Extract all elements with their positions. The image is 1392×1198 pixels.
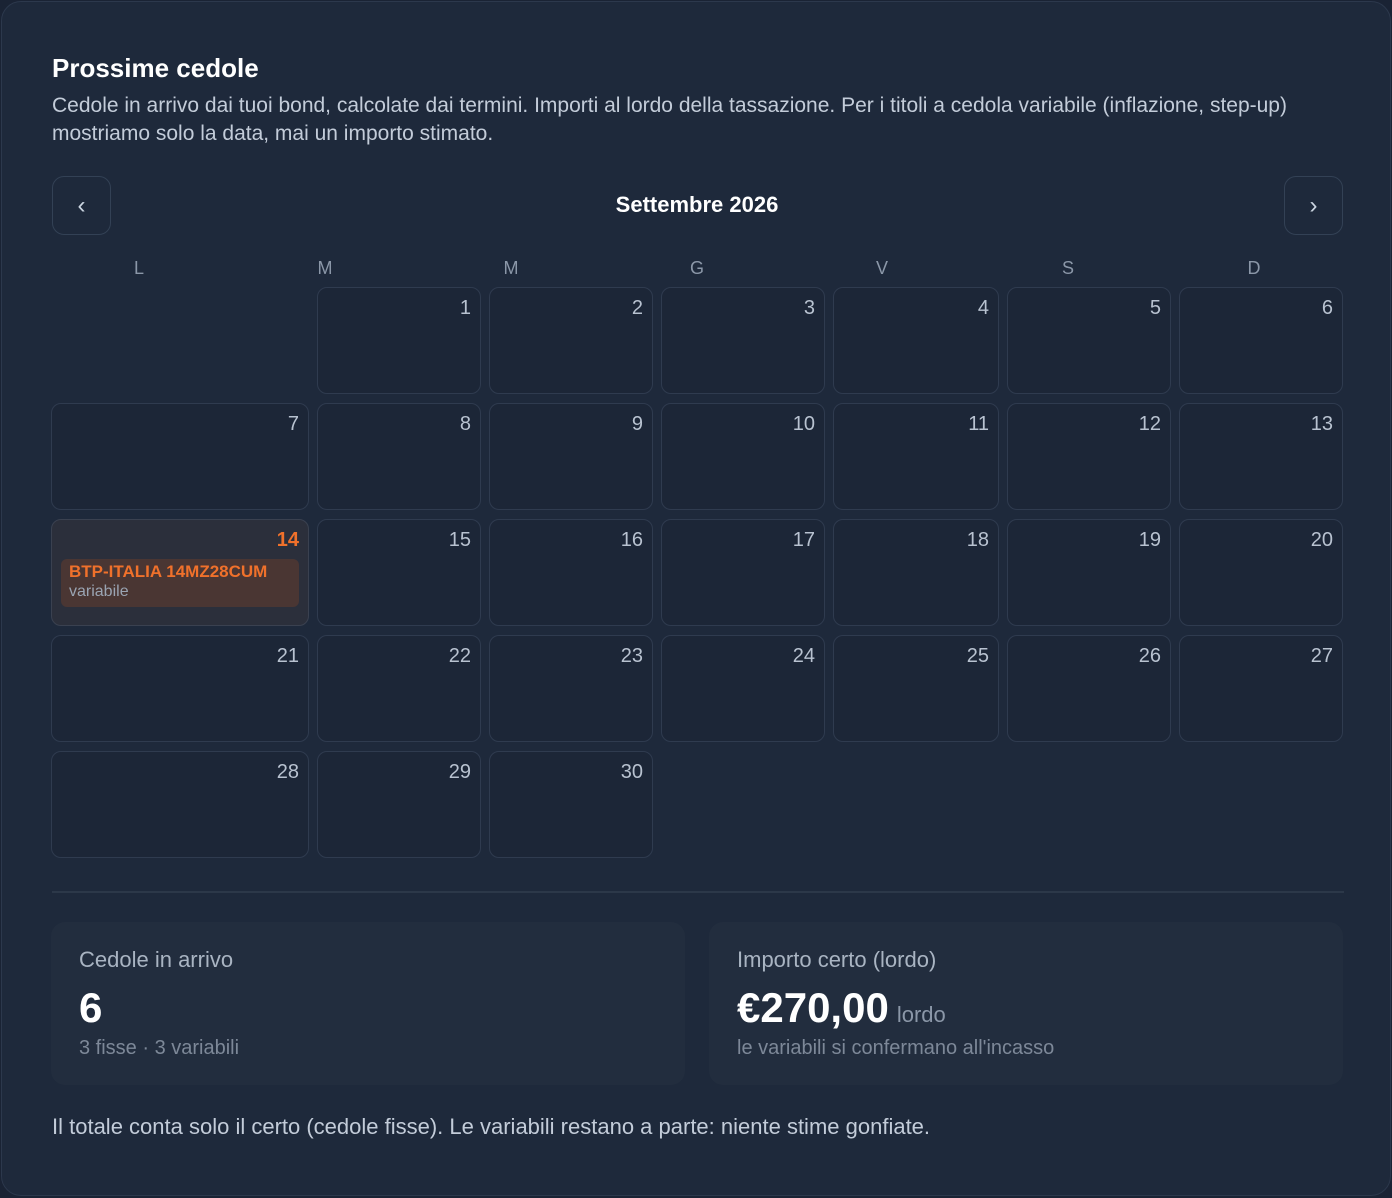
calendar-day-27[interactable]: 27 xyxy=(1179,635,1343,742)
calendar-day-29[interactable]: 29 xyxy=(317,751,481,858)
calendar-day-2[interactable]: 2 xyxy=(489,287,653,394)
calendar-day-30[interactable]: 30 xyxy=(489,751,653,858)
calendar-day-10[interactable]: 10 xyxy=(661,403,825,510)
day-number: 16 xyxy=(620,529,643,551)
weekday-label: D xyxy=(1247,258,1261,278)
certain-amount-label: Importo certo (lordo) xyxy=(737,947,937,972)
day-number: 14 xyxy=(276,529,299,551)
next-month-button[interactable]: › xyxy=(1284,176,1343,235)
day-number: 18 xyxy=(966,529,989,551)
day-number: 8 xyxy=(459,413,471,435)
day-number: 30 xyxy=(620,761,643,783)
day-number: 1 xyxy=(459,297,471,319)
day-number: 10 xyxy=(792,413,815,435)
day-number: 26 xyxy=(1138,645,1161,667)
calendar-day-5[interactable]: 5 xyxy=(1007,287,1171,394)
day-number: 15 xyxy=(448,529,471,551)
calendar-day-23[interactable]: 23 xyxy=(489,635,653,742)
day-number: 3 xyxy=(803,297,815,319)
day-number: 6 xyxy=(1321,297,1333,319)
day-number: 5 xyxy=(1149,297,1161,319)
day-number: 27 xyxy=(1310,645,1333,667)
day-number: 19 xyxy=(1138,529,1161,551)
page-description: Cedole in arrivo dai tuoi bond, calcolat… xyxy=(52,94,1287,145)
weekday-label: M xyxy=(503,258,519,278)
weekday-label: S xyxy=(1061,258,1074,278)
coupon-event[interactable]: BTP-ITALIA 14MZ28CUM variabile xyxy=(61,559,299,607)
calendar-day-3[interactable]: 3 xyxy=(661,287,825,394)
calendar-day-16[interactable]: 16 xyxy=(489,519,653,626)
day-number: 23 xyxy=(620,645,643,667)
coupon-event-name: BTP-ITALIA 14MZ28CUM xyxy=(69,562,268,581)
day-number: 29 xyxy=(448,761,471,783)
calendar-day-25[interactable]: 25 xyxy=(833,635,999,742)
weekday-label: V xyxy=(875,258,888,278)
calendar-day-19[interactable]: 19 xyxy=(1007,519,1171,626)
day-number: 25 xyxy=(966,645,989,667)
divider xyxy=(52,891,1344,893)
weekday-label: M xyxy=(317,258,333,278)
day-number: 13 xyxy=(1310,413,1333,435)
page-title: Prossime cedole xyxy=(52,53,259,83)
calendar-day-14[interactable]: 14 BTP-ITALIA 14MZ28CUM variabile xyxy=(51,519,309,626)
calendar-day-7[interactable]: 7 xyxy=(51,403,309,510)
day-number: 22 xyxy=(448,645,471,667)
certain-amount-unit: lordo xyxy=(896,1002,946,1027)
certain-amount-value: €270,00 xyxy=(737,984,889,1031)
calendar-day-8[interactable]: 8 xyxy=(317,403,481,510)
incoming-coupons-breakdown: 3 fisse · 3 variabili xyxy=(79,1037,240,1059)
calendar-day-12[interactable]: 12 xyxy=(1007,403,1171,510)
day-number: 9 xyxy=(631,413,643,435)
calendar-day-18[interactable]: 18 xyxy=(833,519,999,626)
day-number: 28 xyxy=(276,761,299,783)
day-number: 17 xyxy=(792,529,815,551)
day-number: 11 xyxy=(968,413,989,435)
month-label: Settembre 2026 xyxy=(615,192,779,217)
certain-amount-card: Importo certo (lordo) €270,00 lordo le va… xyxy=(709,922,1343,1085)
incoming-coupons-value: 6 xyxy=(79,984,103,1031)
day-number: 12 xyxy=(1138,413,1161,435)
calendar-day-6[interactable]: 6 xyxy=(1179,287,1343,394)
calendar-day-21[interactable]: 21 xyxy=(51,635,309,742)
coupon-event-type: variabile xyxy=(69,583,129,600)
footer-note: Il totale conta solo il certo (cedole fi… xyxy=(52,1114,931,1139)
calendar-day-20[interactable]: 20 xyxy=(1179,519,1343,626)
day-number: 4 xyxy=(977,297,989,319)
calendar-day-15[interactable]: 15 xyxy=(317,519,481,626)
calendar-day-28[interactable]: 28 xyxy=(51,751,309,858)
certain-amount-value-row: €270,00 lordo xyxy=(737,984,946,1032)
calendar-day-17[interactable]: 17 xyxy=(661,519,825,626)
certain-amount-note: le variabili si confermano all'incasso xyxy=(737,1037,1055,1059)
chevron-right-icon: › xyxy=(1309,191,1318,219)
weekday-label: L xyxy=(133,258,144,278)
calendar-day-1[interactable]: 1 xyxy=(317,287,481,394)
coupon-calendar-panel: Prossime cedole Cedole in arrivo dai tuo… xyxy=(1,1,1391,1196)
incoming-coupons-label: Cedole in arrivo xyxy=(79,947,234,972)
weekday-label: G xyxy=(689,258,704,278)
calendar-day-26[interactable]: 26 xyxy=(1007,635,1171,742)
day-number: 20 xyxy=(1310,529,1333,551)
day-number: 2 xyxy=(631,297,643,319)
calendar-day-4[interactable]: 4 xyxy=(833,287,999,394)
day-number: 24 xyxy=(792,645,815,667)
day-number: 7 xyxy=(287,413,299,435)
incoming-coupons-card: Cedole in arrivo 6 3 fisse · 3 variabili xyxy=(51,922,685,1085)
calendar-day-11[interactable]: 11 xyxy=(833,403,999,510)
calendar-day-13[interactable]: 13 xyxy=(1179,403,1343,510)
calendar-day-22[interactable]: 22 xyxy=(317,635,481,742)
calendar-day-9[interactable]: 9 xyxy=(489,403,653,510)
calendar-day-24[interactable]: 24 xyxy=(661,635,825,742)
day-number: 21 xyxy=(276,645,299,667)
